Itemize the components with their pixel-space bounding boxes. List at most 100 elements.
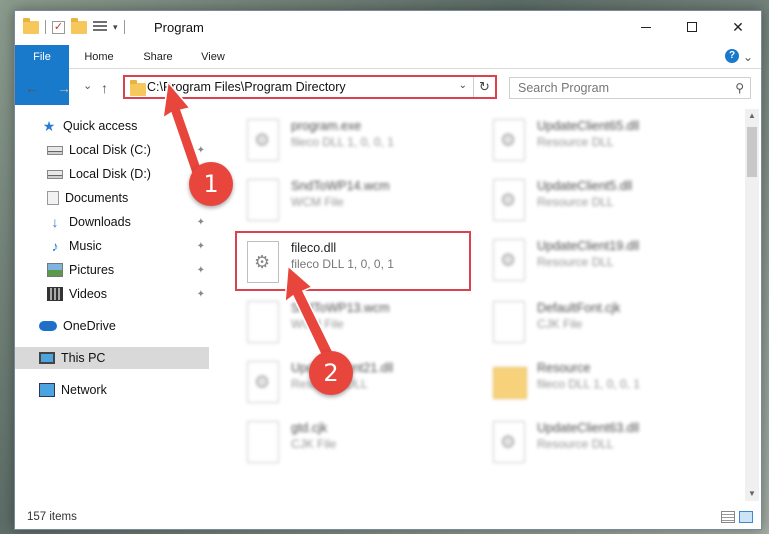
file-name: program.exe <box>291 119 362 133</box>
details-view-icon[interactable] <box>721 511 735 523</box>
music-icon: ♪ <box>51 238 59 254</box>
sidebar-item-local-disk-c[interactable]: Local Disk (C:) ✦ <box>15 139 209 161</box>
list-item[interactable]: Resource fileco DLL 1, 0, 0, 1 <box>483 353 723 413</box>
pictures-icon <box>47 263 63 277</box>
pin-icon[interactable]: ✦ <box>197 265 205 276</box>
step-2-badge: 2 <box>309 351 353 395</box>
window-title: Program <box>154 20 204 35</box>
expand-ribbon-icon[interactable]: ⌄ <box>743 50 753 64</box>
sidebar-item-network[interactable]: Network <box>15 379 209 401</box>
sidebar-item-videos[interactable]: Videos ✦ <box>15 283 209 305</box>
navigation-pane: ★ Quick access Local Disk (C:) ✦ Local D… <box>15 111 209 491</box>
list-item[interactable]: program.exe fileco DLL 1, 0, 0, 1 <box>237 111 477 171</box>
status-bar: 157 items <box>15 507 761 529</box>
sidebar-item-local-disk-d[interactable]: Local Disk (D:) <box>15 163 209 185</box>
sidebar-item-onedrive[interactable]: OneDrive <box>15 315 209 337</box>
quick-access-toolbar: ✓ ▾ <box>23 17 125 34</box>
tiles-view-icon[interactable] <box>739 511 753 523</box>
list-item[interactable]: gtd.cjk CJK File <box>237 413 477 473</box>
sidebar-item-label: Pictures <box>69 263 115 277</box>
pin-icon[interactable]: ✦ <box>197 241 205 252</box>
list-item[interactable]: UpdateClient5.dll Resource DLL <box>483 171 723 231</box>
disk-icon <box>47 169 63 179</box>
file-icon <box>493 421 525 463</box>
search-icon[interactable]: ⚲ <box>735 81 744 95</box>
list-item[interactable]: UpdateClient63.dll Resource DLL <box>483 413 723 473</box>
refresh-button[interactable]: ↻ <box>473 77 495 97</box>
sidebar-item-documents[interactable]: Documents ✦ <box>15 187 209 209</box>
list-item[interactable]: DefaultFont.cjk CJK File <box>483 293 723 353</box>
properties-icon[interactable] <box>93 21 107 33</box>
list-item[interactable]: SndToWP13.wcm WCM File <box>237 293 477 353</box>
file-name: UpdateClient63.dll <box>537 421 640 435</box>
sidebar-item-this-pc[interactable]: This PC <box>15 347 209 369</box>
file-description: WCM File <box>291 195 344 209</box>
file-name: UpdateClient65.dll <box>537 119 640 133</box>
file-icon <box>247 301 279 343</box>
star-icon: ★ <box>42 118 56 134</box>
toolbar-separator <box>45 20 46 34</box>
vertical-scrollbar[interactable]: ▲ ▼ <box>745 109 759 501</box>
search-placeholder: Search Program <box>518 81 610 95</box>
chevron-down-icon[interactable]: ⌄ <box>459 80 467 91</box>
sidebar-item-label: Local Disk (C:) <box>69 143 151 157</box>
close-icon: ✕ <box>732 18 744 35</box>
close-button[interactable]: ✕ <box>715 11 761 43</box>
file-name: UpdateClient5.dll <box>537 179 633 193</box>
scroll-down-icon[interactable]: ▼ <box>745 487 759 501</box>
file-description: Resource DLL <box>537 195 614 209</box>
scroll-up-icon[interactable]: ▲ <box>745 109 759 123</box>
search-input[interactable]: Search Program ⚲ <box>509 77 751 99</box>
list-item-selected[interactable]: fileco.dll fileco DLL 1, 0, 0, 1 <box>235 231 471 291</box>
help-icon[interactable]: ? <box>725 49 739 63</box>
minimize-icon <box>641 26 651 28</box>
customize-toolbar-icon[interactable]: ▾ <box>113 22 118 33</box>
up-button[interactable]: ↑ <box>101 80 108 96</box>
new-folder-icon[interactable] <box>71 17 87 34</box>
sidebar-item-quick-access[interactable]: ★ Quick access <box>15 115 209 137</box>
sidebar-item-label: OneDrive <box>63 319 116 333</box>
address-path[interactable]: C:\Program Files\Program Directory <box>147 80 346 94</box>
list-item[interactable]: UpdateClient65.dll Resource DLL <box>483 111 723 171</box>
sidebar-item-pictures[interactable]: Pictures ✦ <box>15 259 209 281</box>
forward-button[interactable]: → <box>57 80 71 96</box>
pin-icon[interactable]: ✦ <box>197 145 205 156</box>
pc-icon <box>39 352 55 364</box>
ribbon: File Home Share View ⌄ ? <box>15 45 761 105</box>
recent-locations-button[interactable]: ⌄ <box>83 79 92 92</box>
sidebar-item-label: Network <box>61 383 107 397</box>
explorer-window: ✓ ▾ Program ✕ File Home Share View ⌄ ? ←… <box>14 10 762 530</box>
file-name: fileco.dll <box>291 241 337 255</box>
tab-view[interactable]: View <box>190 45 236 69</box>
sidebar-item-label: This PC <box>61 351 106 365</box>
back-button[interactable]: ← <box>25 80 39 96</box>
tab-home[interactable]: Home <box>71 45 127 69</box>
file-name: gtd.cjk <box>291 421 328 435</box>
cloud-icon <box>39 321 57 331</box>
tab-share[interactable]: Share <box>133 45 183 69</box>
downloads-icon: ↓ <box>51 214 59 230</box>
list-item[interactable]: UpdateClient21.dll Resource DLL <box>237 353 477 413</box>
sidebar-item-label: Quick access <box>63 119 138 133</box>
view-switcher <box>721 511 753 523</box>
file-name: DefaultFont.cjk <box>537 301 621 315</box>
file-description: CJK File <box>537 317 583 331</box>
checkmark-icon[interactable]: ✓ <box>52 20 65 34</box>
pin-icon[interactable]: ✦ <box>197 289 205 300</box>
sidebar-item-downloads[interactable]: ↓ Downloads ✦ <box>15 211 209 233</box>
file-icon <box>247 361 279 403</box>
toolbar-separator <box>123 20 125 34</box>
address-bar[interactable]: C:\Program Files\Program Directory ⌄ ↻ <box>123 75 497 99</box>
minimize-button[interactable] <box>623 11 669 43</box>
maximize-button[interactable] <box>669 11 715 43</box>
sidebar-item-label: Local Disk (D:) <box>69 167 151 181</box>
navigation-bar: ← → ⌄ ↑ C:\Program Files\Program Directo… <box>15 71 761 105</box>
file-description: fileco DLL 1, 0, 0, 1 <box>291 135 394 149</box>
list-item[interactable]: UpdateClient19.dll Resource DLL <box>483 231 723 291</box>
pin-icon[interactable]: ✦ <box>197 217 205 228</box>
folder-icon[interactable] <box>23 17 39 34</box>
list-item[interactable]: SndToWP14.wcm WCM File <box>237 171 477 231</box>
scroll-thumb[interactable] <box>747 127 757 177</box>
sidebar-item-music[interactable]: ♪ Music ✦ <box>15 235 209 257</box>
file-icon <box>247 421 279 463</box>
